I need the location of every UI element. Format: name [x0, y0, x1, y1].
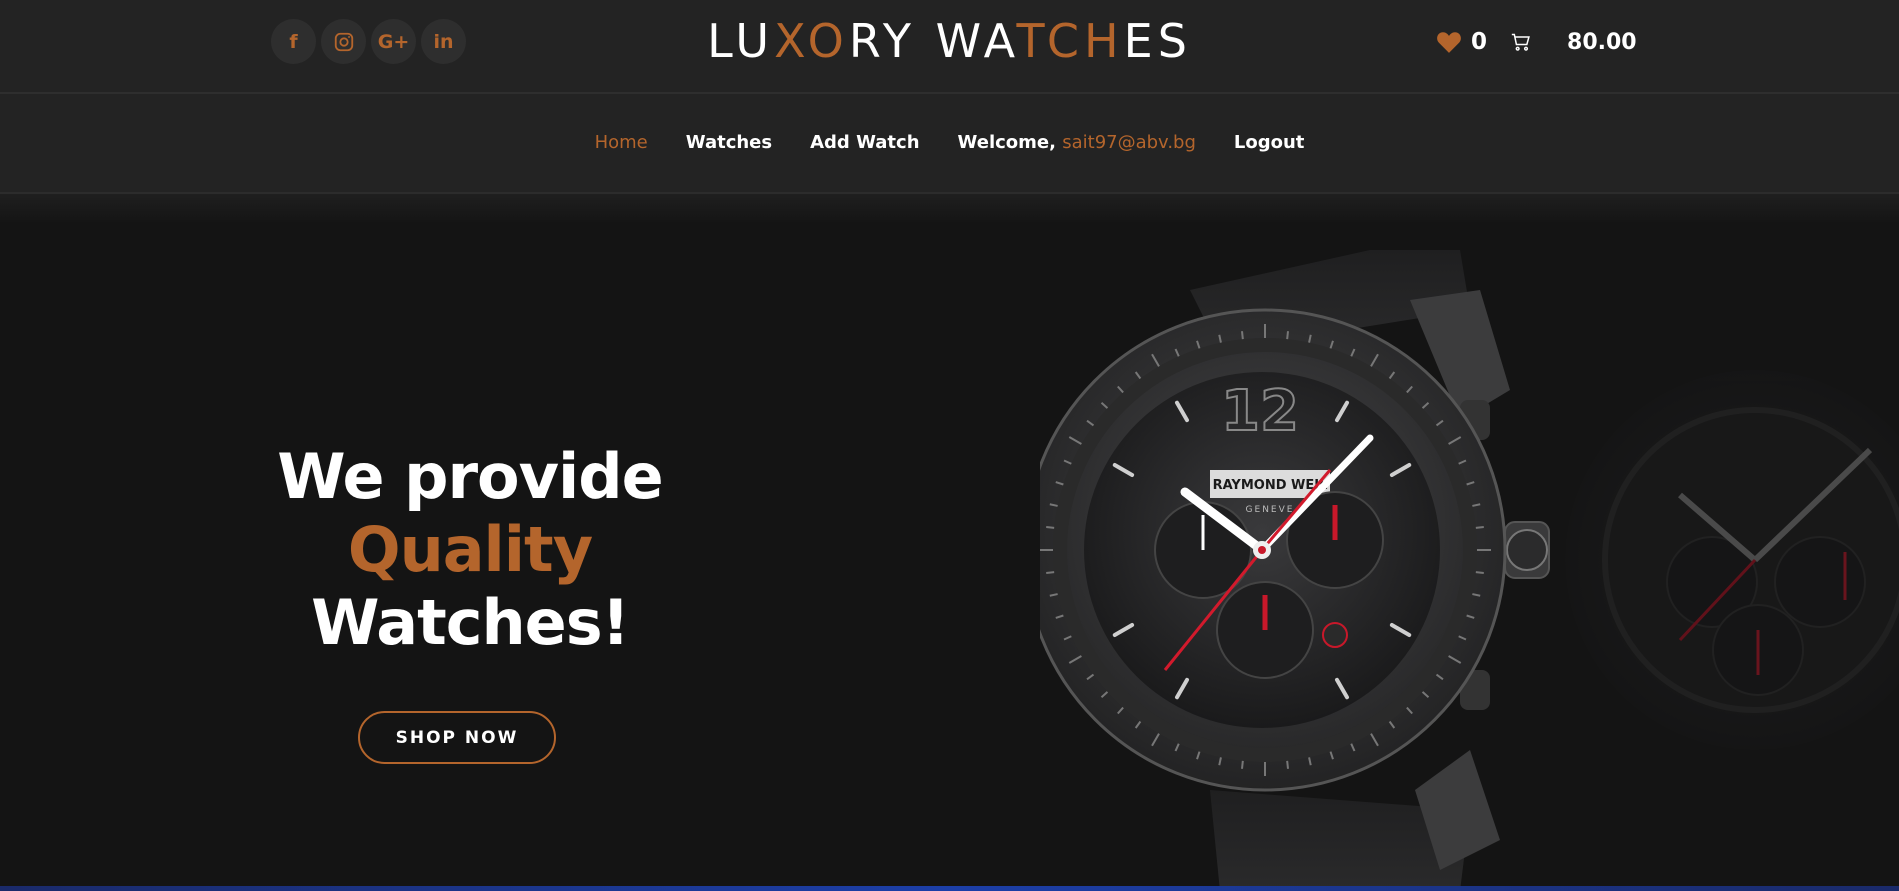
shop-now-button[interactable]: SHOP NOW	[358, 711, 556, 764]
dial-twelve: 12	[1221, 379, 1299, 444]
top-bar: f G+ in LUXORY WATCHES 0 80.00	[0, 0, 1899, 94]
nav-add-watch[interactable]: Add Watch	[810, 132, 919, 153]
nav-watches[interactable]: Watches	[686, 132, 772, 153]
logo-part: ES	[1123, 14, 1192, 68]
nav-welcome: Welcome, sait97@abv.bg	[958, 132, 1196, 153]
nav-shadow	[0, 194, 1899, 224]
logo-part: RY WA	[848, 14, 1017, 68]
cart-total[interactable]: 80.00	[1567, 30, 1637, 55]
dial-sub: GENEVE	[1246, 505, 1295, 515]
logo-part: LU	[707, 14, 775, 68]
user-email-link[interactable]: sait97@abv.bg	[1062, 132, 1196, 153]
nav-logout[interactable]: Logout	[1234, 132, 1305, 153]
logo-accent: TCH	[1016, 14, 1124, 68]
hero-headline: We provide Quality Watches!	[240, 440, 700, 659]
cart-area: 0 80.00	[1436, 22, 1637, 62]
wishlist-count: 0	[1471, 29, 1488, 55]
hero-line-1: We provide	[277, 440, 663, 513]
nav-home[interactable]: Home	[595, 132, 648, 153]
hero-line-2: Quality	[347, 513, 593, 586]
page: f G+ in LUXORY WATCHES 0 80.00 Home Watc…	[0, 0, 1899, 891]
dial-brand: RAYMOND WEIL	[1213, 478, 1328, 493]
heart-icon[interactable]	[1436, 30, 1462, 54]
hero-line-3: Watches!	[311, 586, 630, 659]
logo-accent: XO	[774, 14, 849, 68]
main-nav: Home Watches Add Watch Welcome, sait97@a…	[0, 94, 1899, 194]
bottom-strip	[0, 886, 1899, 891]
hero-watch-image: 12 RAYMOND WEIL GENEVE	[1023, 230, 1899, 891]
welcome-label: Welcome,	[957, 132, 1063, 153]
cart-icon[interactable]	[1511, 32, 1531, 52]
